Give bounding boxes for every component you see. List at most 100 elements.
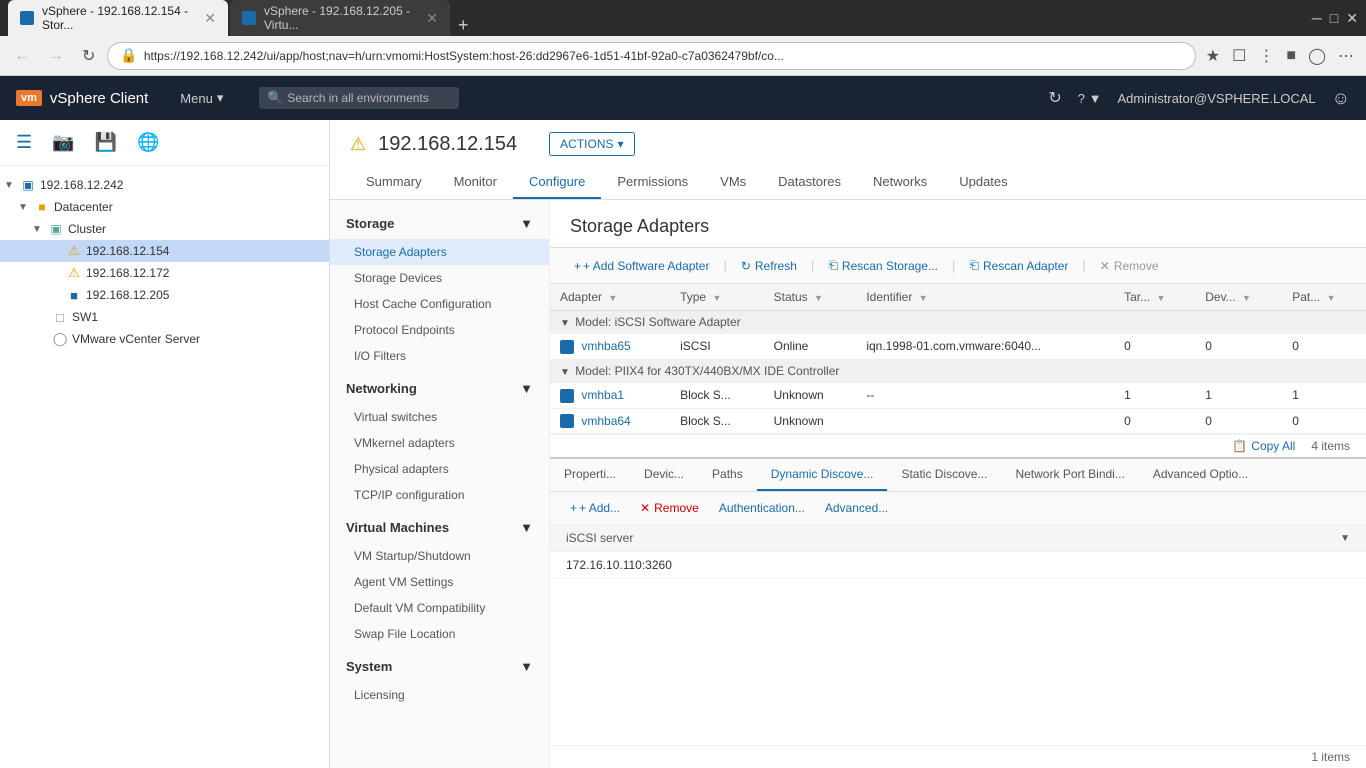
back-button[interactable]: ←	[8, 43, 36, 69]
network-icon[interactable]: 🌐	[133, 128, 163, 157]
tree-item-host-154[interactable]: ⚠ 192.168.12.154	[0, 240, 329, 262]
tree-item-host-205[interactable]: ■ 192.168.12.205	[0, 284, 329, 306]
address-input[interactable]	[144, 49, 1183, 63]
tab-monitor[interactable]: Monitor	[438, 166, 513, 199]
tab2-close[interactable]: ✕	[426, 10, 438, 27]
add-discovery-button[interactable]: + + Add...	[562, 498, 628, 518]
vmhba1-link[interactable]: vmhba1	[581, 388, 624, 402]
status-filter[interactable]: ▼	[814, 293, 823, 303]
advanced-button[interactable]: Advanced...	[817, 498, 896, 518]
tree-item-sw1[interactable]: □ SW1	[0, 306, 329, 328]
cluster-toggle[interactable]: ▼	[32, 224, 44, 235]
vmhba1-paths[interactable]: 1	[1282, 382, 1366, 408]
smiley-icon[interactable]: ☺	[1332, 88, 1350, 109]
piix4-group-toggle[interactable]: ▼	[560, 367, 570, 378]
address-bar[interactable]: 🔒	[107, 42, 1195, 70]
config-nav-host-cache[interactable]: Host Cache Configuration	[330, 291, 549, 317]
new-tab-button[interactable]: +	[452, 15, 475, 36]
col-header-type[interactable]: Type ▼	[670, 284, 764, 311]
adapter-filter[interactable]: ▼	[608, 293, 617, 303]
col-header-targets[interactable]: Tar... ▼	[1114, 284, 1195, 311]
tab-datastores[interactable]: Datastores	[762, 166, 857, 199]
rescan-adapter-button[interactable]: ⎗ Rescan Adapter	[961, 254, 1076, 277]
profile-icon[interactable]: ◯	[1304, 42, 1330, 70]
user-menu[interactable]: Administrator@VSPHERE.LOCAL	[1117, 91, 1315, 106]
storage-icon[interactable]: 💾	[91, 128, 121, 157]
config-nav-vmkernel-adapters[interactable]: VMkernel adapters	[330, 430, 549, 456]
type-filter[interactable]: ▼	[712, 293, 721, 303]
rescan-storage-button[interactable]: ⎗ Rescan Storage...	[820, 254, 946, 277]
tree-item-vcenter[interactable]: ▼ ▣ 192.168.12.242	[0, 174, 329, 196]
remove-discovery-button[interactable]: ✕ Remove	[632, 498, 707, 518]
col-header-status[interactable]: Status ▼	[764, 284, 857, 311]
copy-all-button[interactable]: 📋 Copy All	[1232, 439, 1295, 453]
menu-button[interactable]: Menu ▾	[180, 90, 223, 106]
col-header-devices[interactable]: Dev... ▼	[1195, 284, 1282, 311]
minimize-button[interactable]: ─	[1312, 10, 1322, 26]
config-nav-storage-adapters[interactable]: Storage Adapters	[330, 239, 549, 265]
vmhba65-link[interactable]: vmhba65	[581, 339, 630, 353]
config-nav-agent-vm[interactable]: Agent VM Settings	[330, 569, 549, 595]
tab-summary[interactable]: Summary	[350, 166, 438, 199]
refresh-button[interactable]: ↻	[76, 42, 101, 70]
close-window-button[interactable]: ✕	[1346, 10, 1358, 27]
add-software-adapter-button[interactable]: + + Add Software Adapter	[566, 255, 717, 277]
config-nav-licensing[interactable]: Licensing	[330, 682, 549, 708]
col-header-adapter[interactable]: Adapter ▼	[550, 284, 670, 311]
vmhba64-link[interactable]: vmhba64	[581, 414, 630, 428]
browser-menu-icon[interactable]: ⋯	[1334, 42, 1358, 70]
tab-network-port-binding[interactable]: Network Port Bindi...	[1001, 459, 1138, 491]
authentication-button[interactable]: Authentication...	[711, 498, 813, 518]
app-refresh-button[interactable]: ↻	[1048, 88, 1061, 108]
targets-filter[interactable]: ▼	[1156, 293, 1165, 303]
iscsi-entry-1[interactable]: 172.16.10.110:3260	[550, 552, 1366, 579]
help-button[interactable]: ? ▼	[1078, 91, 1102, 106]
iscsi-group-toggle[interactable]: ▼	[560, 318, 570, 329]
config-nav-io-filters[interactable]: I/O Filters	[330, 343, 549, 369]
forward-button[interactable]: →	[42, 43, 70, 69]
tree-item-vcenter-server[interactable]: ◯ VMware vCenter Server	[0, 328, 329, 350]
system-section-header[interactable]: System ▼	[330, 651, 549, 682]
config-nav-protocol-endpoints[interactable]: Protocol Endpoints	[330, 317, 549, 343]
browser-tab-2[interactable]: vSphere - 192.168.12.205 - Virtu... ✕	[230, 0, 450, 36]
config-nav-vm-startup[interactable]: VM Startup/Shutdown	[330, 543, 549, 569]
tab-configure[interactable]: Configure	[513, 166, 601, 199]
tab-vms[interactable]: VMs	[704, 166, 762, 199]
storage-section-header[interactable]: Storage ▼	[330, 208, 549, 239]
config-nav-virtual-switches[interactable]: Virtual switches	[330, 404, 549, 430]
tab1-close[interactable]: ✕	[204, 10, 216, 27]
remove-button[interactable]: ✕ Remove	[1092, 255, 1167, 277]
config-nav-storage-devices[interactable]: Storage Devices	[330, 265, 549, 291]
tab-permissions[interactable]: Permissions	[601, 166, 704, 199]
history-icon[interactable]: ☐	[1228, 42, 1250, 70]
col-header-paths[interactable]: Pat... ▼	[1282, 284, 1366, 311]
table-row[interactable]: vmhba1 Block S... Unknown -- 1 1 1	[550, 382, 1366, 408]
identifier-filter[interactable]: ▼	[919, 293, 928, 303]
group-row-piix4[interactable]: ▼ Model: PIIX4 for 430TX/440BX/MX IDE Co…	[550, 359, 1366, 382]
hosts-icon[interactable]: ☰	[12, 128, 36, 157]
extensions-icon[interactable]: ■	[1282, 42, 1300, 70]
group-row-iscsi[interactable]: ▼ Model: iSCSI Software Adapter	[550, 311, 1366, 334]
table-row[interactable]: vmhba65 iSCSI Online iqn.1998-01.com.vmw…	[550, 334, 1366, 360]
vms-section-header[interactable]: Virtual Machines ▼	[330, 512, 549, 543]
actions-button[interactable]: ACTIONS ▾	[549, 132, 634, 156]
config-nav-physical-adapters[interactable]: Physical adapters	[330, 456, 549, 482]
tree-item-cluster[interactable]: ▼ ▣ Cluster	[0, 218, 329, 240]
tab-updates[interactable]: Updates	[943, 166, 1023, 199]
config-nav-swap-file[interactable]: Swap File Location	[330, 621, 549, 647]
col-header-identifier[interactable]: Identifier ▼	[856, 284, 1114, 311]
tab-properties[interactable]: Properti...	[550, 459, 630, 491]
paths-filter[interactable]: ▼	[1327, 293, 1336, 303]
bookmark-icon[interactable]: ★	[1202, 42, 1224, 70]
vms-icon[interactable]: 📷	[48, 128, 78, 157]
tab-devices[interactable]: Devic...	[630, 459, 698, 491]
browser-tab-1[interactable]: vSphere - 192.168.12.154 - Stor... ✕	[8, 0, 228, 36]
config-nav-tcpip[interactable]: TCP/IP configuration	[330, 482, 549, 508]
datacenter-toggle[interactable]: ▼	[18, 202, 30, 213]
tab-dynamic-discovery[interactable]: Dynamic Discove...	[757, 459, 888, 491]
tab-advanced-options[interactable]: Advanced Optio...	[1139, 459, 1262, 491]
tab-paths[interactable]: Paths	[698, 459, 757, 491]
tab-static-discovery[interactable]: Static Discove...	[887, 459, 1001, 491]
search-input[interactable]	[259, 87, 459, 109]
devices-filter[interactable]: ▼	[1242, 293, 1251, 303]
